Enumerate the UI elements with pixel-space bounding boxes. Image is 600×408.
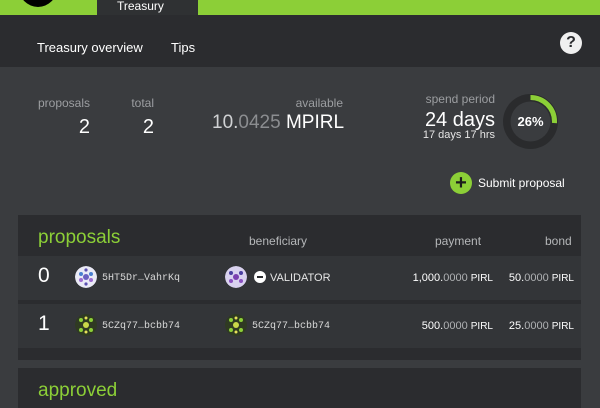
sub-navigation: Treasury overview Tips ? xyxy=(0,15,600,80)
total-label: total xyxy=(131,96,154,110)
proposals-count-value: 2 xyxy=(78,116,90,138)
payment-int: 1,000. xyxy=(412,272,444,284)
proposals-panel: proposals beneficiary payment bond 0 5HT… xyxy=(18,215,581,360)
bond-int: 25. xyxy=(508,320,525,332)
validator-icon xyxy=(254,271,266,283)
available-dec: 0425 xyxy=(238,112,281,133)
available-value: 10.0425 MPIRL xyxy=(212,112,344,134)
payment-int: 500. xyxy=(421,320,444,332)
tab-treasury-label: Treasury xyxy=(117,0,164,13)
proposer-identicon xyxy=(75,266,97,288)
beneficiary-address[interactable]: 5CZq77…bcbb74 xyxy=(252,321,330,332)
help-icon[interactable]: ? xyxy=(560,32,582,54)
bond-amount: 25.0000 PIRL xyxy=(494,320,574,332)
payment-amount: 1,000.0000 PIRL xyxy=(366,272,493,284)
table-row[interactable]: 0 5HT5Dr…VahrKq VALIDATOR 1,000.0000 PIR… xyxy=(18,256,581,300)
beneficiary-identicon xyxy=(225,266,247,288)
bond-amount: 50.0000 PIRL xyxy=(494,272,574,284)
approved-title: approved xyxy=(38,380,118,401)
beneficiary-identicon xyxy=(225,314,247,336)
proposals-count-label: proposals xyxy=(37,96,90,110)
bond-unit: PIRL xyxy=(551,273,574,284)
progress-percent: 26% xyxy=(517,114,543,129)
bond-dec: 0000 xyxy=(524,320,549,332)
tab-tips[interactable]: Tips xyxy=(171,40,195,55)
tab-treasury[interactable]: Treasury xyxy=(97,0,198,16)
payment-unit: PIRL xyxy=(470,273,493,284)
proposer-address[interactable]: 5HT5Dr…VahrKq xyxy=(102,273,180,284)
payment-dec: 0000 xyxy=(443,320,468,332)
plus-icon: + xyxy=(450,172,472,194)
bond-int: 50. xyxy=(508,272,525,284)
bond-dec: 0000 xyxy=(524,272,549,284)
proposal-index: 1 xyxy=(38,312,50,335)
submit-proposal-button[interactable]: + Submit proposal xyxy=(450,172,565,194)
proposer-address[interactable]: 5CZq77…bcbb74 xyxy=(102,321,180,332)
payment-header: payment xyxy=(435,234,482,248)
bond-header: bond xyxy=(545,234,572,248)
payment-dec: 0000 xyxy=(443,272,468,284)
payment-unit: PIRL xyxy=(470,321,493,332)
beneficiary-header: beneficiary xyxy=(249,234,308,248)
treasury-summary: proposals 2 total 2 available 10.0425 MP… xyxy=(0,67,600,207)
tab-treasury-overview[interactable]: Treasury overview xyxy=(18,40,185,80)
beneficiary-name[interactable]: VALIDATOR xyxy=(270,272,331,284)
submit-proposal-label: Submit proposal xyxy=(478,176,565,190)
available-label: available xyxy=(295,96,343,110)
proposer-identicon xyxy=(75,314,97,336)
spend-period-progress: 26% xyxy=(503,94,558,149)
available-unit: MPIRL xyxy=(285,112,345,133)
payment-amount: 500.0000 PIRL xyxy=(366,320,493,332)
spend-period-label: spend period xyxy=(425,92,495,106)
bond-unit: PIRL xyxy=(551,321,574,332)
proposals-title: proposals xyxy=(38,227,121,248)
approved-panel: approved xyxy=(18,368,581,408)
proposal-index: 0 xyxy=(38,264,50,287)
spend-period-remaining: 17 days 17 hrs xyxy=(422,129,495,141)
available-int: 10. xyxy=(212,112,239,133)
table-row[interactable]: 1 5CZq77…bcbb74 5CZq77…bcbb74 500.0000 P… xyxy=(18,304,581,348)
top-nav-bar xyxy=(0,0,600,15)
total-value: 2 xyxy=(142,116,154,138)
